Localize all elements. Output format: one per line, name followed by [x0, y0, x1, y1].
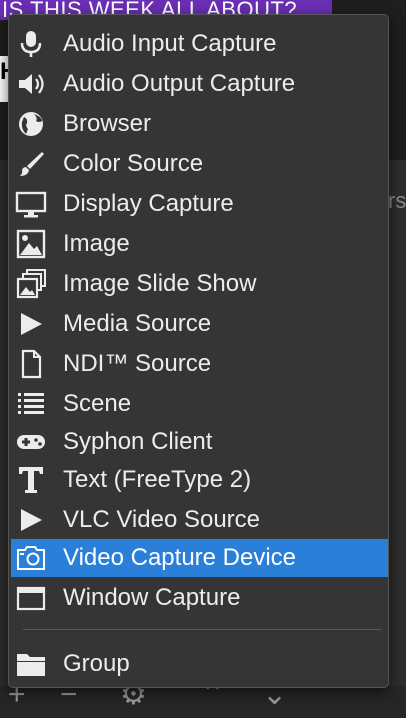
- menu-item-label: Scene: [63, 390, 132, 417]
- menu-item-image[interactable]: Image: [11, 225, 388, 263]
- menu-item-label: Syphon Client: [63, 428, 213, 455]
- window-icon: [13, 582, 49, 614]
- folder-icon: [13, 648, 49, 680]
- play-icon: [13, 504, 49, 536]
- menu-item-label: Audio Output Capture: [63, 70, 296, 97]
- menu-item-label: Text (FreeType 2): [63, 466, 252, 493]
- menu-item-label: Image Slide Show: [63, 270, 257, 297]
- globe-icon: [13, 108, 49, 140]
- menu-item-label: Image: [63, 230, 130, 257]
- menu-item-audio-input-capture[interactable]: Audio Input Capture: [11, 25, 388, 63]
- add-source-menu: Audio Input Capture Audio Output Capture…: [8, 14, 389, 688]
- microphone-icon: [13, 28, 49, 60]
- menu-item-ndi-source[interactable]: NDI™ Source: [11, 345, 388, 383]
- menu-item-color-source[interactable]: Color Source: [11, 145, 388, 183]
- menu-item-label: Media Source: [63, 310, 212, 337]
- menu-item-image-slide-show[interactable]: Image Slide Show: [11, 265, 388, 303]
- speaker-icon: [13, 68, 49, 100]
- paintbrush-icon: [13, 148, 49, 180]
- menu-item-label: VLC Video Source: [63, 506, 261, 533]
- menu-item-label: Window Capture: [63, 584, 241, 611]
- menu-item-label: Display Capture: [63, 190, 234, 217]
- file-icon: [13, 348, 49, 380]
- menu-item-label: Video Capture Device: [63, 544, 297, 571]
- list-icon: [13, 388, 49, 420]
- menu-item-window-capture[interactable]: Window Capture: [11, 579, 388, 617]
- play-icon: [13, 308, 49, 340]
- menu-item-audio-output-capture[interactable]: Audio Output Capture: [11, 65, 388, 103]
- gamepad-icon: [13, 426, 49, 458]
- menu-item-label: NDI™ Source: [63, 350, 212, 377]
- menu-item-label: Group: [63, 650, 130, 677]
- menu-item-browser[interactable]: Browser: [11, 105, 388, 143]
- monitor-icon: [13, 188, 49, 220]
- menu-item-label: Browser: [63, 110, 152, 137]
- menu-item-video-capture-device[interactable]: Video Capture Device: [11, 539, 388, 577]
- camera-icon: [13, 542, 49, 574]
- menu-item-label: Color Source: [63, 150, 204, 177]
- menu-item-media-source[interactable]: Media Source: [11, 305, 388, 343]
- menu-item-syphon-client[interactable]: Syphon Client: [11, 423, 388, 461]
- menu-item-label: Audio Input Capture: [63, 30, 277, 57]
- menu-item-display-capture[interactable]: Display Capture: [11, 185, 388, 223]
- menu-item-text-freetype[interactable]: Text (FreeType 2): [11, 461, 388, 499]
- menu-item-scene[interactable]: Scene: [11, 385, 388, 423]
- background-right-text: rs: [388, 188, 406, 213]
- image-icon: [13, 228, 49, 260]
- menu-separator: [23, 629, 381, 630]
- menu-item-group[interactable]: Group: [11, 645, 388, 683]
- menu-item-vlc-video-source[interactable]: VLC Video Source: [11, 501, 388, 539]
- slideshow-icon: [13, 268, 49, 300]
- text-icon: [13, 464, 49, 496]
